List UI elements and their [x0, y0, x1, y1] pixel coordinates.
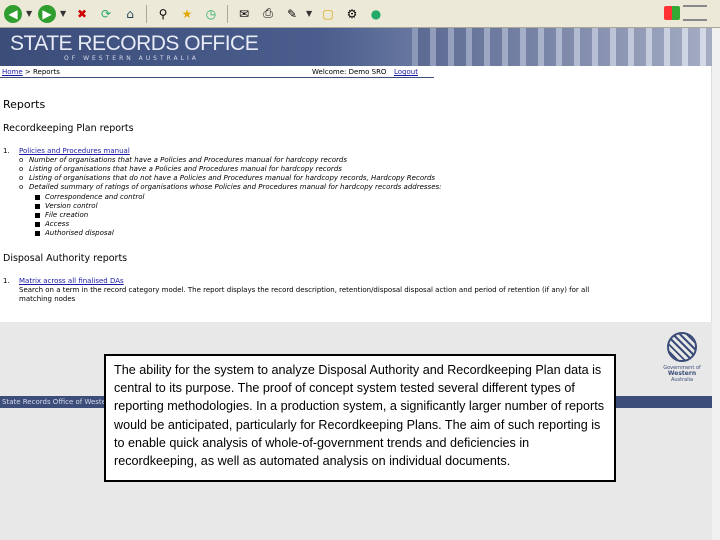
report-bullet[interactable]: Authorised disposal — [35, 229, 114, 238]
toolbar-separator — [227, 4, 228, 23]
report-description: Search on a term in the record category … — [19, 286, 590, 294]
edit-icon[interactable]: ✎ — [282, 4, 302, 24]
logout-link[interactable]: Logout — [394, 68, 418, 76]
disposal-report-list: 1. Matrix across all finalised DAs Searc… — [3, 277, 703, 307]
search-icon[interactable]: ⚲ — [153, 4, 173, 24]
vertical-scrollbar[interactable] — [711, 28, 720, 540]
back-dropdown-icon[interactable]: ▼ — [26, 9, 34, 18]
section-heading-disposal: Disposal Authority reports — [3, 253, 128, 264]
site-title: STATE RECORDS OFFICE — [10, 32, 259, 55]
report-subitem[interactable]: Listing of organisations that have a Pol… — [19, 165, 342, 174]
throbber-icon — [683, 5, 707, 21]
nav-divider — [0, 77, 434, 78]
globe-icon — [667, 332, 697, 362]
page-title: Reports — [3, 98, 46, 111]
tools-icon[interactable]: ⚙ — [342, 4, 362, 24]
report-bullet[interactable]: Version control — [35, 202, 98, 211]
windows-flag-icon — [664, 6, 680, 20]
mail-icon[interactable]: ✉ — [234, 4, 254, 24]
breadcrumb-current: Reports — [33, 68, 60, 76]
policies-procedures-link[interactable]: Policies and Procedures manual — [19, 147, 130, 156]
banner-shelves-image — [412, 28, 712, 66]
forward-dropdown-icon[interactable]: ▼ — [60, 9, 68, 18]
report-subitem[interactable]: Detailed summary of ratings of organisat… — [19, 183, 442, 192]
report-description: matching nodes — [19, 295, 76, 303]
favorites-icon[interactable]: ★ — [177, 4, 197, 24]
edit-dropdown-icon[interactable]: ▼ — [306, 9, 314, 18]
site-banner: STATE RECORDS OFFICE OF WESTERN AUSTRALI… — [0, 28, 712, 66]
home-icon[interactable]: ⌂ — [120, 4, 140, 24]
government-logo-text: Government of Western Australia — [662, 365, 702, 383]
recordkeeping-report-list: 1. Policies and Procedures manual Number… — [3, 147, 703, 247]
report-subitem[interactable]: Number of organisations that have a Poli… — [19, 156, 347, 165]
forward-icon[interactable]: ▶ — [38, 4, 56, 23]
messenger-icon[interactable]: ● — [366, 4, 386, 24]
breadcrumb-home-link[interactable]: Home — [2, 68, 23, 76]
folder-icon[interactable]: ▢ — [318, 4, 338, 24]
back-icon[interactable]: ◀ — [4, 4, 22, 23]
section-heading-recordkeeping: Recordkeeping Plan reports — [3, 123, 134, 134]
gov-logo-line3: Australia — [670, 377, 694, 383]
breadcrumb: Home > Reports — [2, 68, 60, 76]
refresh-icon[interactable]: ⟳ — [96, 4, 116, 24]
report-bullet[interactable]: Correspondence and control — [34, 193, 144, 202]
welcome-text: Welcome: Demo SRO — [312, 68, 387, 76]
report-bullet[interactable]: Access — [34, 220, 69, 229]
list-number: 1. — [3, 147, 10, 155]
stop-icon[interactable]: ✖ — [72, 4, 92, 24]
windows-logo — [664, 2, 714, 24]
caption-box: The ability for the system to analyze Di… — [104, 354, 616, 482]
breadcrumb-separator: > — [22, 68, 33, 76]
report-subitem[interactable]: Listing of organisations that do not hav… — [19, 174, 435, 183]
browser-toolbar: ◀ ▼ ▶ ▼ ✖ ⟳ ⌂ ⚲ ★ ◷ ✉ ⎙ ✎ ▼ ▢ ⚙ ● — [0, 0, 720, 28]
government-logo: Government of Western Australia — [662, 332, 702, 388]
matrix-finalised-das-link[interactable]: Matrix across all finalised DAs — [19, 277, 124, 286]
site-subtitle: OF WESTERN AUSTRALIA — [64, 55, 199, 62]
history-icon[interactable]: ◷ — [201, 4, 221, 24]
report-bullet[interactable]: File creation — [34, 211, 88, 220]
list-number: 1. — [3, 277, 10, 285]
print-icon[interactable]: ⎙ — [258, 4, 278, 24]
toolbar-separator — [146, 4, 147, 23]
